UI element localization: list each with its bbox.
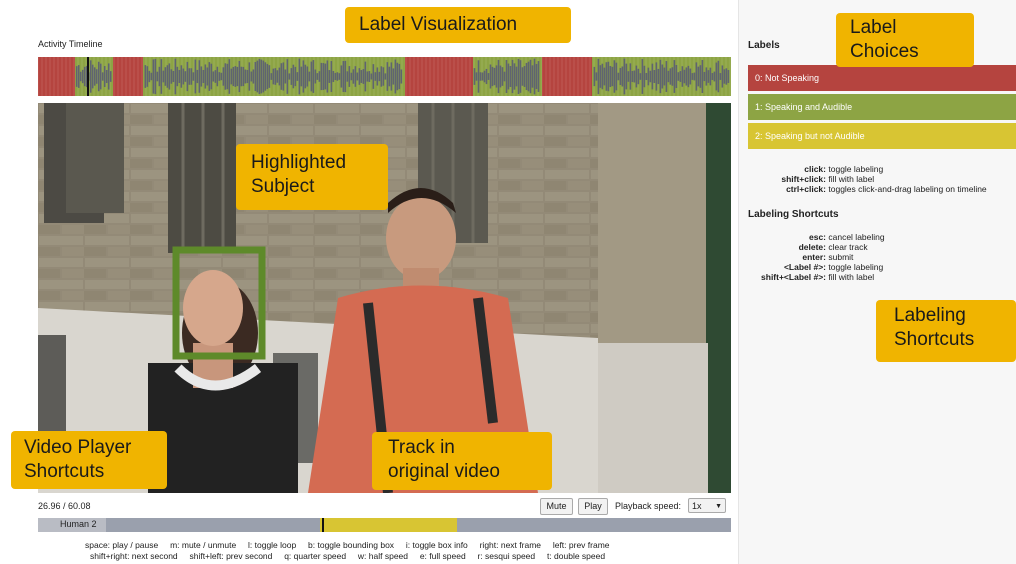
callout-text: Label Visualization: [359, 14, 518, 35]
callout-text: Choices: [850, 41, 919, 62]
shortcut-item: r: sesqui speed: [477, 551, 536, 561]
help-desc: submit: [828, 252, 854, 262]
subject-track[interactable]: Human 2: [38, 518, 731, 532]
callout-text: Track in: [388, 437, 455, 458]
callout-highlighted-subject: Highlighted Subject: [236, 144, 388, 210]
help-key: shift+click:: [781, 174, 826, 184]
activity-timeline[interactable]: [38, 57, 731, 96]
help-desc: cancel labeling: [828, 232, 885, 242]
shortcut-item: space: play / pause: [85, 540, 159, 550]
help-key: esc:: [808, 232, 826, 242]
playback-speed-label: Playback speed:: [615, 501, 682, 511]
help-desc: fill with label: [828, 272, 875, 282]
shortcut-item: w: half speed: [357, 551, 409, 561]
help-key: ctrl+click:: [786, 184, 826, 194]
help-key: shift+<Label #>:: [761, 272, 826, 282]
shortcut-item: i: toggle box info: [405, 540, 468, 550]
track-highlight: [320, 518, 458, 532]
label-choice-not-speaking[interactable]: 0: Not Speaking: [748, 65, 1016, 91]
labeling-shortcuts: esc: cancel labeling delete: clear track…: [748, 232, 885, 282]
label-choice-speaking-audible[interactable]: 1: Speaking and Audible: [748, 94, 1016, 120]
click-help: click: toggle labeling shift+click: fill…: [748, 164, 987, 194]
shortcut-item: t: double speed: [546, 551, 606, 561]
play-button[interactable]: Play: [578, 498, 608, 515]
callout-text: original video: [388, 461, 500, 482]
shortcut-item: shift+left: prev second: [189, 551, 273, 561]
shortcut-item: l: toggle loop: [248, 540, 297, 550]
help-key: enter:: [802, 252, 826, 262]
chevron-down-icon: ▼: [715, 503, 722, 510]
playback-speed-value: 1x: [692, 501, 702, 511]
callout-label-visualization: Label Visualization: [345, 7, 571, 43]
shortcut-item: b: toggle bounding box: [308, 540, 395, 550]
callout-label-choices: Label Choices: [836, 13, 974, 67]
player-shortcuts-line1: space: play / pause m: mute / unmute l: …: [85, 540, 610, 550]
time-display: 26.96 / 60.08: [38, 501, 91, 511]
help-desc: clear track: [828, 242, 868, 252]
player-shortcuts-line2: shift+right: next second shift+left: pre…: [90, 551, 605, 561]
shortcut-item: shift+right: next second: [90, 551, 178, 561]
callout-text: Label: [850, 17, 897, 38]
labels-title: Labels: [748, 40, 780, 51]
track-playhead[interactable]: [322, 518, 325, 532]
callout-track-original-video: Track in original video: [372, 432, 552, 490]
audio-waveform: [38, 57, 731, 96]
callout-text: Video Player: [24, 437, 132, 458]
activity-timeline-title: Activity Timeline: [38, 39, 103, 49]
help-desc: toggles click-and-drag labeling on timel…: [828, 184, 987, 194]
track-name: Human 2: [60, 519, 97, 529]
labeling-shortcuts-title: Labeling Shortcuts: [748, 209, 839, 220]
help-key: <Label #>:: [783, 262, 826, 272]
callout-video-player-shortcuts: Video Player Shortcuts: [11, 431, 167, 489]
shortcut-item: q: quarter speed: [284, 551, 347, 561]
timeline-playhead[interactable]: [86, 57, 89, 96]
label-choice-speaking-not-audible[interactable]: 2: Speaking but not Audible: [748, 123, 1016, 149]
shortcut-item: left: prev frame: [552, 540, 610, 550]
help-key: click:: [804, 164, 826, 174]
playback-speed-select[interactable]: 1x ▼: [688, 498, 726, 513]
shortcut-item: e: full speed: [419, 551, 466, 561]
mute-button[interactable]: Mute: [540, 498, 573, 515]
shortcut-item: right: next frame: [479, 540, 542, 550]
callout-text: Highlighted: [251, 152, 347, 173]
callout-text: Shortcuts: [24, 461, 105, 482]
callout-text: Labeling: [894, 305, 966, 326]
callout-text: Shortcuts: [894, 329, 975, 350]
help-desc: fill with label: [828, 174, 875, 184]
callout-text: Subject: [251, 176, 315, 197]
help-key: delete:: [798, 242, 826, 252]
help-desc: toggle labeling: [828, 164, 884, 174]
shortcut-item: m: mute / unmute: [170, 540, 237, 550]
help-desc: toggle labeling: [828, 262, 884, 272]
callout-labeling-shortcuts: Labeling Shortcuts: [876, 300, 1016, 362]
